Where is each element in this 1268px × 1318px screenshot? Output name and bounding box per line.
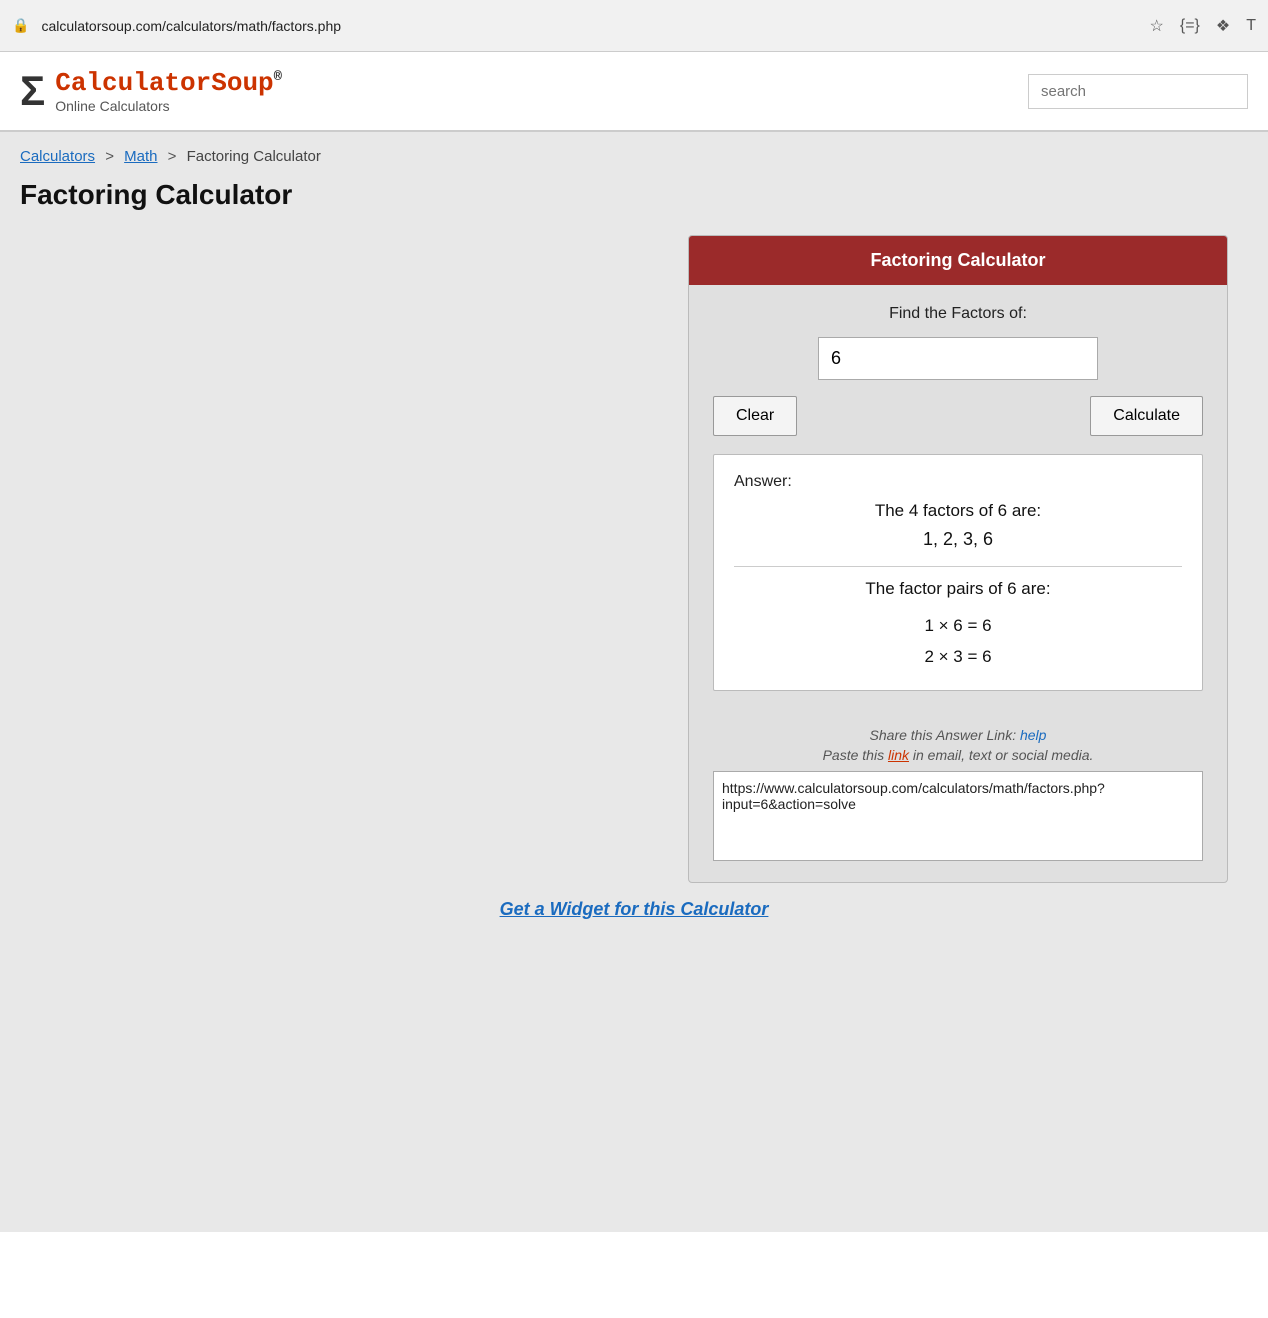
answer-content: The 4 factors of 6 are: 1, 2, 3, 6 The f… [734,501,1182,672]
calc-widget: Factoring Calculator Find the Factors of… [688,235,1228,883]
find-factors-label: Find the Factors of: [713,305,1203,323]
brand-registered: ® [274,69,282,85]
breadcrumb-sep2: > [168,148,177,165]
widget-link[interactable]: Get a Widget for this Calculator [500,899,769,919]
tagline: Online Calculators [55,98,282,114]
brand-part1: Calculator [55,68,211,98]
site-header: Σ CalculatorSoup® Online Calculators [0,52,1268,132]
factor-pair-2: 2 × 3 = 6 [734,642,1182,673]
clear-button[interactable]: Clear [713,396,797,436]
paste-after: in email, text or social media. [913,747,1094,763]
widget-link-section: Get a Widget for this Calculator [20,883,1248,920]
page-wrapper: Σ CalculatorSoup® Online Calculators Cal… [0,52,1268,1318]
page-title: Factoring Calculator [20,179,1248,211]
dropbox-icon[interactable]: ❖ [1216,16,1230,36]
answer-box: Answer: The 4 factors of 6 are: 1, 2, 3,… [713,454,1203,691]
search-input[interactable] [1028,74,1248,109]
calculate-button[interactable]: Calculate [1090,396,1203,436]
breadcrumb: Calculators > Math > Factoring Calculato… [20,148,1248,165]
brand-part2: Soup [211,68,273,98]
logo-area: Σ CalculatorSoup® Online Calculators [20,68,282,114]
sigma-icon: Σ [20,70,45,112]
logo-text: CalculatorSoup® Online Calculators [55,68,282,114]
factor-pairs-label: The factor pairs of 6 are: [734,579,1182,599]
lock-icon: 🔒 [12,17,29,34]
factor-pairs: 1 × 6 = 6 2 × 3 = 6 [734,611,1182,672]
factors-count: The 4 factors of 6 are: [734,501,1182,521]
breadcrumb-current: Factoring Calculator [187,148,321,165]
answer-divider [734,566,1182,567]
share-paste-text: Paste this link in email, text or social… [713,747,1203,763]
url-bar[interactable]: calculatorsoup.com/calculators/math/fact… [41,18,1137,34]
factor-pair-1: 1 × 6 = 6 [734,611,1182,642]
browser-icons: ☆ {=} ❖ T [1150,16,1257,36]
share-help-link[interactable]: help [1020,727,1046,743]
font-icon[interactable]: T [1246,17,1256,35]
breadcrumb-sep1: > [105,148,114,165]
breadcrumb-math[interactable]: Math [124,148,157,165]
calc-widget-header: Factoring Calculator [689,236,1227,285]
star-icon[interactable]: ☆ [1150,16,1164,36]
share-label: Share this Answer Link: help [713,727,1203,743]
devtools-icon[interactable]: {=} [1180,17,1200,35]
paste-before: Paste this [823,747,884,763]
breadcrumb-calculators[interactable]: Calculators [20,148,95,165]
share-label-text: Share this Answer Link: [870,727,1017,743]
content-area: Calculators > Math > Factoring Calculato… [0,132,1268,1232]
share-section: Share this Answer Link: help Paste this … [689,727,1227,882]
paste-link: link [888,747,909,763]
share-url-textarea[interactable]: https://www.calculatorsoup.com/calculato… [713,771,1203,861]
button-row: Clear Calculate [713,396,1203,436]
factors-list: 1, 2, 3, 6 [734,529,1182,550]
number-input[interactable] [818,337,1098,380]
answer-label: Answer: [734,473,1182,491]
browser-chrome: 🔒 calculatorsoup.com/calculators/math/fa… [0,0,1268,52]
calc-body: Find the Factors of: Clear Calculate Ans… [689,285,1227,727]
brand-name: CalculatorSoup® [55,68,282,98]
